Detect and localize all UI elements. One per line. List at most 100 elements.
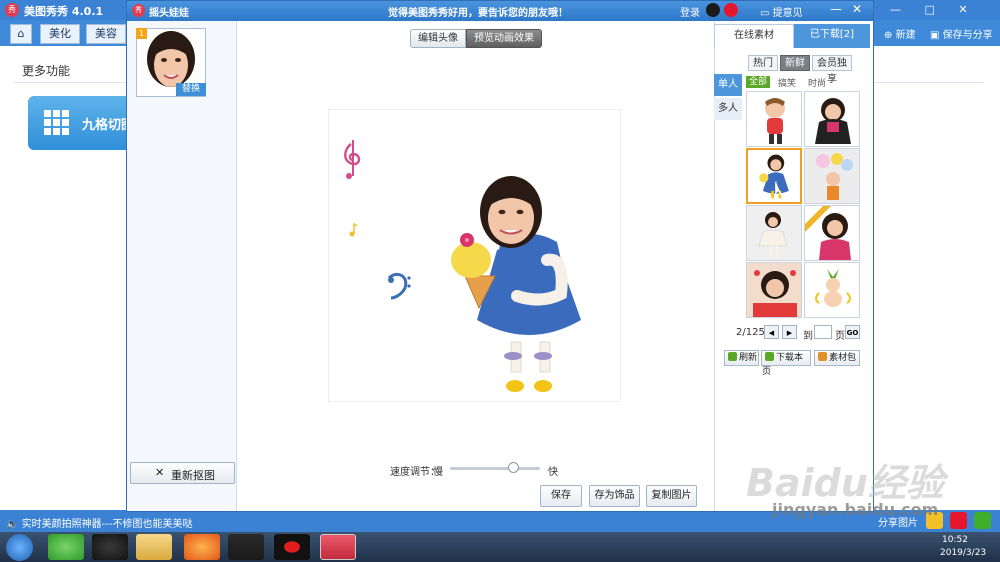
speed-slider-track[interactable] (450, 467, 540, 470)
material-item[interactable] (746, 91, 802, 147)
material-item[interactable] (804, 91, 860, 147)
speed-slow-label: 慢 (433, 467, 443, 478)
qq-icon[interactable] (92, 534, 128, 560)
tab-edit-avatar[interactable]: 编辑头像 (410, 29, 466, 48)
disk-icon: ▣ (930, 30, 940, 41)
save-button[interactable]: 保存 (540, 485, 582, 507)
refresh-icon (728, 352, 737, 361)
add-icon[interactable] (974, 512, 991, 529)
pager-go-button[interactable]: GO (845, 325, 860, 339)
grid-icon (44, 110, 70, 136)
subfilter-all[interactable]: 全部 (746, 76, 770, 88)
page-number-input[interactable] (814, 325, 832, 339)
close-icon: ✕ (155, 466, 165, 479)
dialog-slogan[interactable]: 觉得美图秀秀好用，要告诉您的朋友哦！ (388, 4, 568, 19)
windows-start-icon[interactable] (6, 534, 33, 561)
love-boy-image (747, 263, 801, 317)
grid-cut-button[interactable]: 九格切图 (28, 96, 138, 150)
material-item[interactable] (746, 205, 802, 261)
status-ad-text[interactable]: 🔈 实时美颜拍照神器---不修图也能美美哒 (6, 515, 192, 530)
cartoon-boy-image (765, 98, 785, 144)
pager-to-label: 到 (803, 331, 813, 342)
bass-clef-icon (387, 272, 411, 300)
thumb-index-badge: 1 (136, 28, 147, 39)
new-label: 新建 (895, 30, 916, 41)
material-item[interactable] (804, 205, 860, 261)
refresh-button[interactable]: 刷新 (724, 350, 759, 366)
save-as-decoration-button[interactable]: 存为饰品 (589, 485, 640, 507)
tab-beautify[interactable]: 美化 (40, 24, 80, 44)
pager-next-button[interactable]: ▶ (782, 325, 797, 339)
recut-button[interactable]: ✕ 重新抠图 (130, 462, 235, 484)
download-icon (765, 352, 774, 361)
weibo-icon[interactable] (950, 512, 967, 529)
filter-new[interactable]: 新鲜 (780, 55, 810, 71)
meitu-logo-icon: 秀 (5, 3, 19, 17)
tab-preview-animation[interactable]: 预览动画效果 (466, 29, 542, 48)
new-button[interactable]: ⊕ 新建 (884, 26, 916, 41)
speaker-icon: 🔈 (6, 519, 19, 530)
feedback-button[interactable]: ▭ 提意见 (760, 4, 803, 19)
close-button[interactable]: ✕ (852, 2, 862, 16)
material-item[interactable] (746, 262, 802, 318)
doll-blue-dress-image (759, 154, 789, 199)
tab-single-person[interactable]: 单人 (714, 74, 742, 96)
meitu-xiuxiu-icon[interactable] (320, 534, 356, 560)
dialog-title: 摇头娃娃 (149, 8, 189, 19)
file-explorer-icon[interactable] (136, 534, 172, 560)
clock-time[interactable]: 10:52 (942, 535, 968, 545)
copy-image-button[interactable]: 复制图片 (646, 485, 697, 507)
firefox-icon[interactable] (184, 534, 220, 560)
home-icon: ⌂ (17, 27, 25, 40)
note-icon (349, 222, 358, 237)
tab-cosmetic[interactable]: 美容 (86, 24, 126, 44)
filter-vip[interactable]: 会员独享 (812, 55, 852, 85)
refresh-label: 刷新 (739, 353, 758, 363)
material-item-selected[interactable] (746, 148, 802, 204)
screen-recorder-icon[interactable] (274, 534, 310, 560)
save-share-label: 保存与分享 (942, 30, 993, 41)
save-share-button[interactable]: ▣ 保存与分享 (930, 26, 993, 41)
package-icon (818, 352, 827, 361)
main-window-title: 美图秀秀 4.0.1 (24, 5, 104, 18)
tab-downloaded-materials[interactable]: 已下载[2] (794, 24, 870, 48)
cupid-baby-image (815, 269, 851, 307)
login-link[interactable]: 登录 (680, 4, 700, 19)
weibo-icon[interactable] (724, 3, 738, 17)
filter-hot[interactable]: 热门 (748, 55, 778, 71)
divider (874, 82, 984, 83)
speed-fast-label: 快 (548, 467, 558, 478)
clock-date[interactable]: 2019/3/23 (940, 548, 986, 558)
meitu-logo-icon: 秀 (132, 4, 145, 17)
download-page-button[interactable]: 下载本页 (761, 350, 811, 377)
pager-prev-button[interactable]: ◀ (764, 325, 779, 339)
tab-online-materials[interactable]: 在线素材 (714, 24, 794, 48)
main-window-buttons[interactable]: — □ ✕ (890, 3, 978, 16)
material-item[interactable] (804, 148, 860, 204)
recut-label: 重新抠图 (171, 469, 215, 482)
home-tab[interactable]: ⌂ (10, 24, 32, 44)
minimize-button[interactable]: — (830, 2, 842, 16)
material-item[interactable] (804, 262, 860, 318)
treble-clef-icon (344, 140, 361, 179)
animation-preview-canvas (328, 109, 621, 402)
more-features-label: 更多功能 (22, 64, 71, 78)
speed-slider-handle[interactable] (507, 462, 519, 473)
plus-icon: ⊕ (884, 30, 893, 41)
subfilter-fashion[interactable]: 时尚 (808, 76, 826, 89)
cartoon-girl-dark-image (815, 98, 851, 144)
qq-icon[interactable] (706, 3, 720, 17)
divider (14, 82, 126, 83)
video-player-icon[interactable] (228, 534, 264, 560)
material-pack-button[interactable]: 素材包 (814, 350, 860, 366)
app-360-icon[interactable] (48, 534, 84, 560)
replace-button[interactable]: 替换 (176, 83, 206, 96)
balloon-kid-image (805, 149, 859, 203)
watermark-url: jingyan.baidu.com (772, 500, 939, 519)
tab-multi-person[interactable]: 多人 (714, 98, 742, 120)
pager-status: 2/125 (736, 327, 765, 338)
subfilter-funny[interactable]: 搞笑 (778, 76, 796, 89)
doll-preview-image (344, 140, 581, 392)
chat-icon: ▭ (760, 8, 770, 19)
material-pack-label: 素材包 (829, 353, 857, 363)
